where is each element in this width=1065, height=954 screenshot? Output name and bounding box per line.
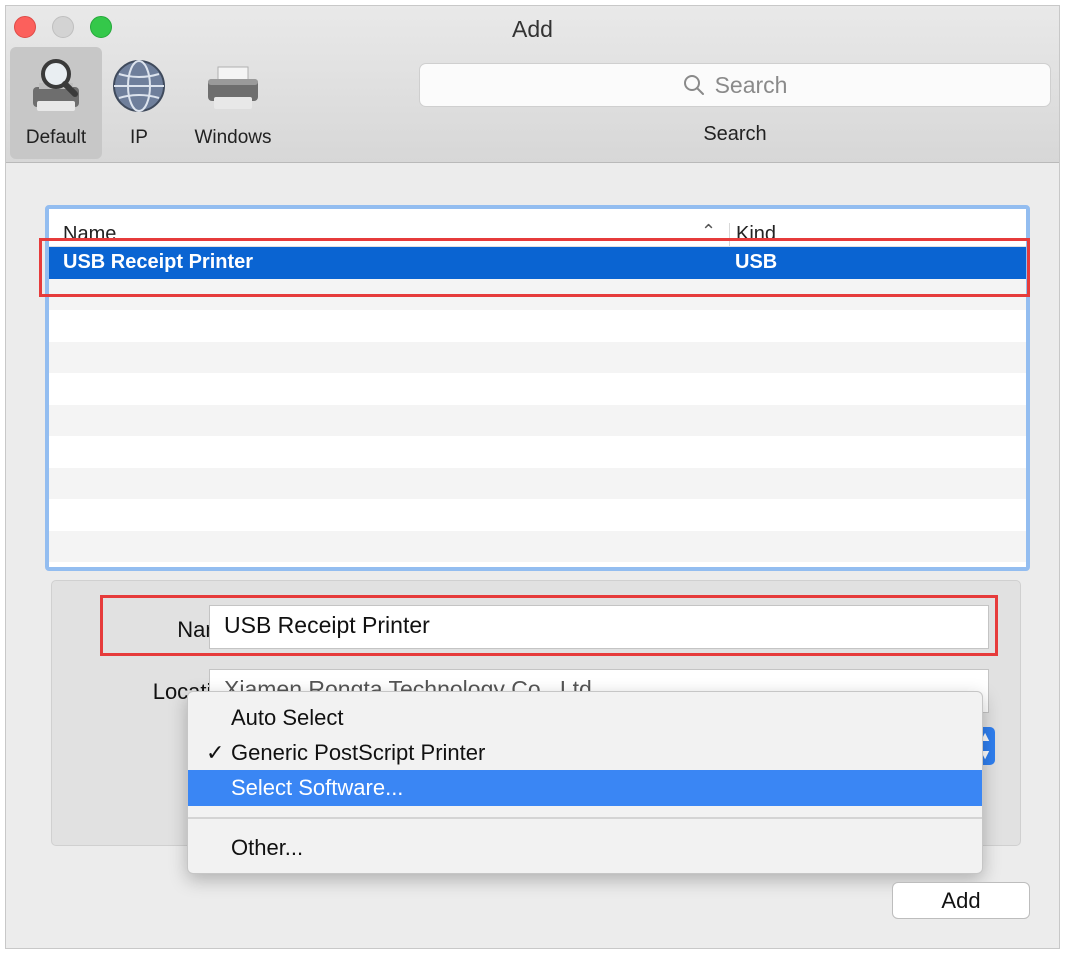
menu-item-select-software[interactable]: Select Software... xyxy=(188,770,982,806)
add-button[interactable]: Add xyxy=(892,882,1030,919)
empty-row xyxy=(49,404,1026,436)
title-bar: Add Default IP Windows Search Search xyxy=(6,6,1059,163)
add-printer-window: Add Default IP Windows Search Search Nam… xyxy=(5,5,1060,949)
empty-row xyxy=(49,499,1026,531)
empty-row xyxy=(49,436,1026,468)
empty-row xyxy=(49,467,1026,499)
toolbar-default-label: Default xyxy=(25,127,87,148)
menu-item-generic-postscript[interactable]: ✓ Generic PostScript Printer xyxy=(188,735,982,771)
menu-item-label: Other... xyxy=(231,835,304,860)
menu-item-auto-select[interactable]: Auto Select xyxy=(188,700,982,736)
empty-row xyxy=(49,310,1026,342)
search-icon xyxy=(683,75,704,95)
window-title: Add xyxy=(512,16,553,42)
menu-item-label: Select Software... xyxy=(231,775,404,800)
ip-globe-icon xyxy=(113,60,165,112)
menu-separator xyxy=(188,817,982,819)
empty-row xyxy=(49,373,1026,405)
toolbar-default-button[interactable]: Default xyxy=(10,47,102,159)
menu-item-label: Generic PostScript Printer xyxy=(231,740,486,765)
search-caption: Search xyxy=(703,123,767,145)
toolbar-windows-label: Windows xyxy=(194,127,272,148)
default-printer-magnifier-icon xyxy=(33,59,79,111)
toolbar-ip-button[interactable]: IP xyxy=(110,47,168,159)
empty-row xyxy=(49,530,1026,562)
checkmark-icon: ✓ xyxy=(206,740,225,765)
use-driver-menu: Auto Select ✓ Generic PostScript Printer… xyxy=(187,691,983,874)
menu-item-other[interactable]: Other... xyxy=(188,830,982,866)
empty-row xyxy=(49,341,1026,373)
toolbar-ip-label: IP xyxy=(130,127,148,148)
highlight-box-name-field xyxy=(100,595,998,656)
windows-printer-icon xyxy=(208,66,258,109)
toolbar-windows-button[interactable]: Windows xyxy=(181,47,285,159)
search-input[interactable]: Search xyxy=(419,63,1051,107)
highlight-box-printer-row xyxy=(39,238,1030,297)
search-placeholder: Search xyxy=(714,71,788,98)
menu-item-label: Auto Select xyxy=(231,705,344,730)
